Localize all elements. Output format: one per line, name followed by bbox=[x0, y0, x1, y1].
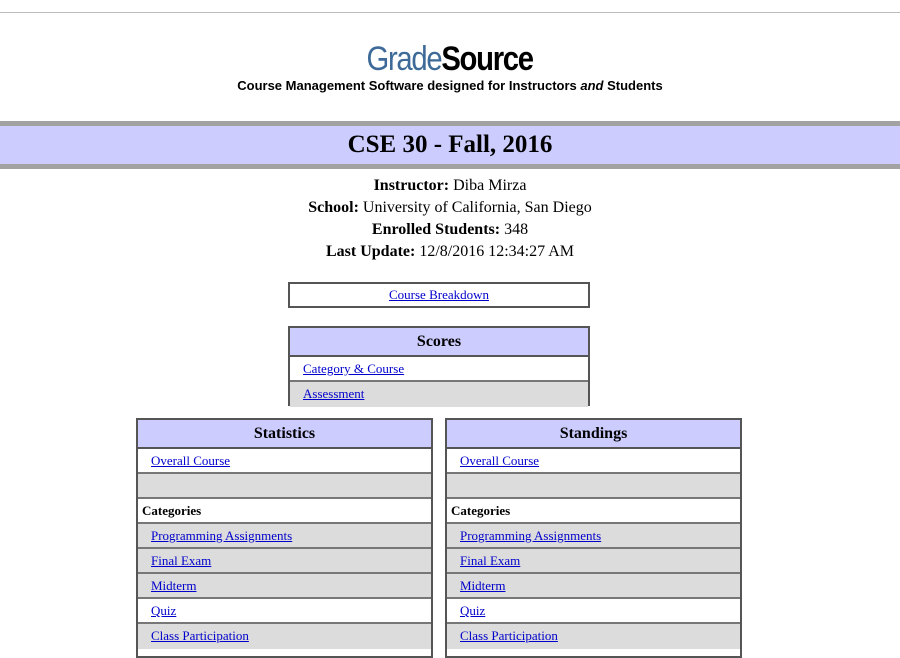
standings-row: Midterm bbox=[447, 574, 740, 599]
gradesource-logo: GradeSource bbox=[0, 40, 900, 78]
enrolled-label: Enrolled Students: bbox=[371, 221, 501, 238]
tagline-and: and bbox=[580, 78, 604, 93]
instructor-line: Instructor: Diba Mirza bbox=[0, 175, 900, 197]
assessment-link[interactable]: Assessment bbox=[303, 386, 364, 401]
scores-row: Category & Course bbox=[290, 357, 588, 382]
statistics-row: Final Exam bbox=[138, 549, 431, 574]
school-line: School: University of California, San Di… bbox=[0, 197, 900, 219]
statistics-midterm-link[interactable]: Midterm bbox=[151, 578, 197, 593]
statistics-spacer-row bbox=[138, 474, 431, 499]
standings-programming-assignments-link[interactable]: Programming Assignments bbox=[460, 528, 601, 543]
instructor-value: Diba Mirza bbox=[453, 177, 527, 194]
standings-final-exam-link[interactable]: Final Exam bbox=[460, 553, 520, 568]
last-update-line: Last Update: 12/8/2016 12:34:27 AM bbox=[0, 241, 900, 263]
standings-quiz-link[interactable]: Quiz bbox=[460, 603, 485, 618]
statistics-categories-label: Categories bbox=[138, 499, 431, 524]
standings-overall-course-link[interactable]: Overall Course bbox=[460, 453, 539, 468]
course-breakdown-box: Course Breakdown bbox=[288, 282, 590, 308]
logo-grade-text: Grade bbox=[366, 40, 443, 78]
statistics-programming-assignments-link[interactable]: Programming Assignments bbox=[151, 528, 292, 543]
standings-row: Quiz bbox=[447, 599, 740, 624]
statistics-row: Programming Assignments bbox=[138, 524, 431, 549]
instructor-label: Instructor: bbox=[373, 177, 450, 194]
tagline-part1: Course Management Software designed for … bbox=[237, 78, 581, 93]
standings-midterm-link[interactable]: Midterm bbox=[460, 578, 506, 593]
course-title: CSE 30 - Fall, 2016 bbox=[347, 131, 553, 158]
scores-header: Scores bbox=[290, 328, 588, 357]
tagline-part2: Students bbox=[603, 78, 663, 93]
scores-box: Scores Category & Course Assessment bbox=[288, 326, 590, 407]
logo-source-text: Source bbox=[441, 40, 535, 78]
standings-row: Class Participation bbox=[447, 624, 740, 649]
statistics-final-exam-link[interactable]: Final Exam bbox=[151, 553, 211, 568]
enrolled-line: Enrolled Students: 348 bbox=[0, 219, 900, 241]
category-course-link[interactable]: Category & Course bbox=[303, 361, 404, 376]
statistics-class-participation-link[interactable]: Class Participation bbox=[151, 628, 249, 643]
standings-row: Overall Course bbox=[447, 449, 740, 474]
standings-box: Standings Overall Course Categories Prog… bbox=[445, 418, 742, 658]
statistics-box: Statistics Overall Course Categories Pro… bbox=[136, 418, 433, 658]
scores-row: Assessment bbox=[290, 382, 588, 407]
statistics-row: Overall Course bbox=[138, 449, 431, 474]
school-value: University of California, San Diego bbox=[362, 199, 592, 216]
top-divider bbox=[0, 12, 900, 13]
statistics-header: Statistics bbox=[138, 420, 431, 449]
enrolled-value: 348 bbox=[504, 221, 529, 238]
statistics-overall-course-link[interactable]: Overall Course bbox=[151, 453, 230, 468]
course-title-band: CSE 30 - Fall, 2016 bbox=[0, 121, 900, 169]
course-breakdown-link[interactable]: Course Breakdown bbox=[389, 287, 489, 302]
tagline: Course Management Software designed for … bbox=[0, 78, 900, 94]
standings-class-participation-link[interactable]: Class Participation bbox=[460, 628, 558, 643]
statistics-row: Midterm bbox=[138, 574, 431, 599]
standings-header: Standings bbox=[447, 420, 740, 449]
standings-categories-label: Categories bbox=[447, 499, 740, 524]
course-info: Instructor: Diba Mirza School: Universit… bbox=[0, 175, 900, 263]
last-update-value: 12/8/2016 12:34:27 AM bbox=[419, 243, 575, 260]
statistics-quiz-link[interactable]: Quiz bbox=[151, 603, 176, 618]
school-label: School: bbox=[308, 199, 359, 216]
standings-spacer-row bbox=[447, 474, 740, 499]
last-update-label: Last Update: bbox=[325, 243, 416, 260]
standings-row: Final Exam bbox=[447, 549, 740, 574]
statistics-row: Class Participation bbox=[138, 624, 431, 649]
standings-row: Programming Assignments bbox=[447, 524, 740, 549]
statistics-row: Quiz bbox=[138, 599, 431, 624]
